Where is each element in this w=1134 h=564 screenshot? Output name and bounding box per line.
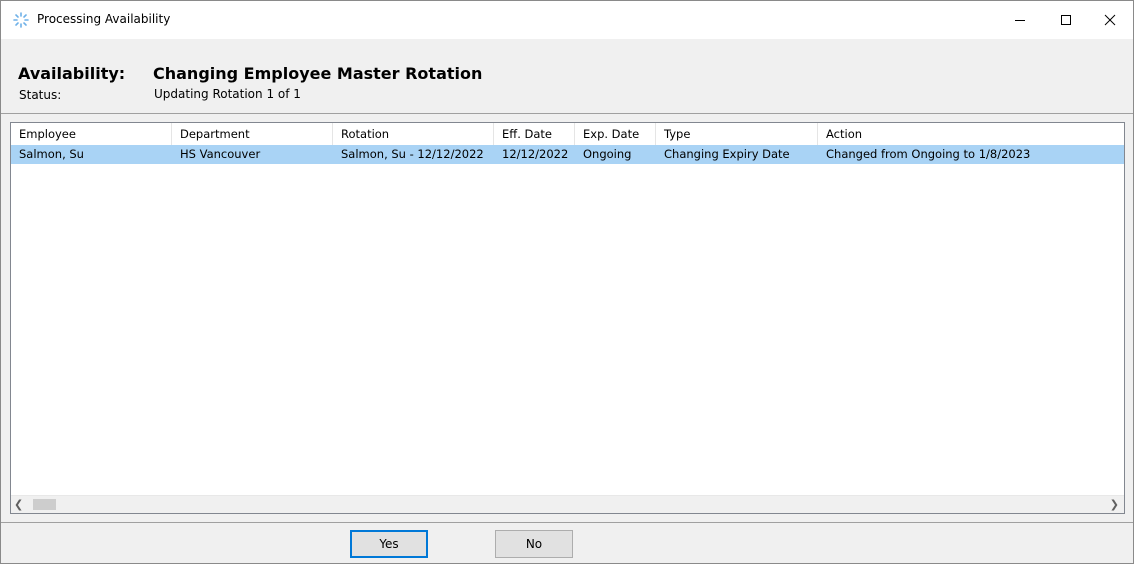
rotation-grid[interactable]: Employee Department Rotation Eff. Date E…: [10, 122, 1125, 514]
column-header-rotation[interactable]: Rotation: [333, 123, 494, 145]
header-divider: [1, 113, 1133, 114]
cell-eff-date: 12/12/2022: [502, 147, 569, 161]
table-row[interactable]: Salmon, Su HS Vancouver Salmon, Su - 12/…: [11, 145, 1124, 164]
maximize-button[interactable]: [1043, 1, 1089, 39]
minimize-button[interactable]: [997, 1, 1043, 39]
cell-department: HS Vancouver: [180, 147, 261, 161]
minimize-icon: [1015, 20, 1025, 21]
status-header: Availability: Changing Employee Master R…: [1, 39, 1133, 113]
column-header-exp-date[interactable]: Exp. Date: [575, 123, 656, 145]
column-header-employee[interactable]: Employee: [11, 123, 172, 145]
cell-exp-date: Ongoing: [583, 147, 632, 161]
column-header-department[interactable]: Department: [172, 123, 333, 145]
scroll-left-icon[interactable]: ❮: [14, 498, 26, 511]
availability-value: Changing Employee Master Rotation: [153, 64, 483, 83]
cell-employee: Salmon, Su: [19, 147, 84, 161]
column-header-type[interactable]: Type: [656, 123, 818, 145]
yes-button[interactable]: Yes: [350, 530, 428, 558]
processing-availability-window: Processing Availability Availability: Ch…: [0, 0, 1134, 564]
maximize-icon: [1061, 15, 1071, 25]
cell-rotation: Salmon, Su - 12/12/2022: [341, 147, 484, 161]
title-bar[interactable]: Processing Availability: [1, 1, 1133, 39]
window-title: Processing Availability: [37, 12, 171, 26]
status-label: Status:: [19, 88, 62, 102]
status-value: Updating Rotation 1 of 1: [154, 87, 301, 101]
horizontal-scrollbar[interactable]: ❮ ❯: [11, 495, 1124, 513]
column-header-action[interactable]: Action: [818, 123, 1124, 145]
scroll-right-icon[interactable]: ❯: [1107, 498, 1119, 511]
cell-action: Changed from Ongoing to 1/8/2023: [826, 147, 1031, 161]
availability-label: Availability:: [18, 64, 126, 83]
cell-type: Changing Expiry Date: [664, 147, 790, 161]
no-button[interactable]: No: [495, 530, 573, 558]
close-button[interactable]: [1087, 1, 1133, 39]
spinner-icon: [12, 11, 30, 29]
grid-header: Employee Department Rotation Eff. Date E…: [11, 123, 1124, 145]
column-header-eff-date[interactable]: Eff. Date: [494, 123, 575, 145]
footer-divider: [1, 522, 1133, 523]
close-icon: [1104, 14, 1116, 26]
scrollbar-thumb[interactable]: [33, 499, 56, 510]
